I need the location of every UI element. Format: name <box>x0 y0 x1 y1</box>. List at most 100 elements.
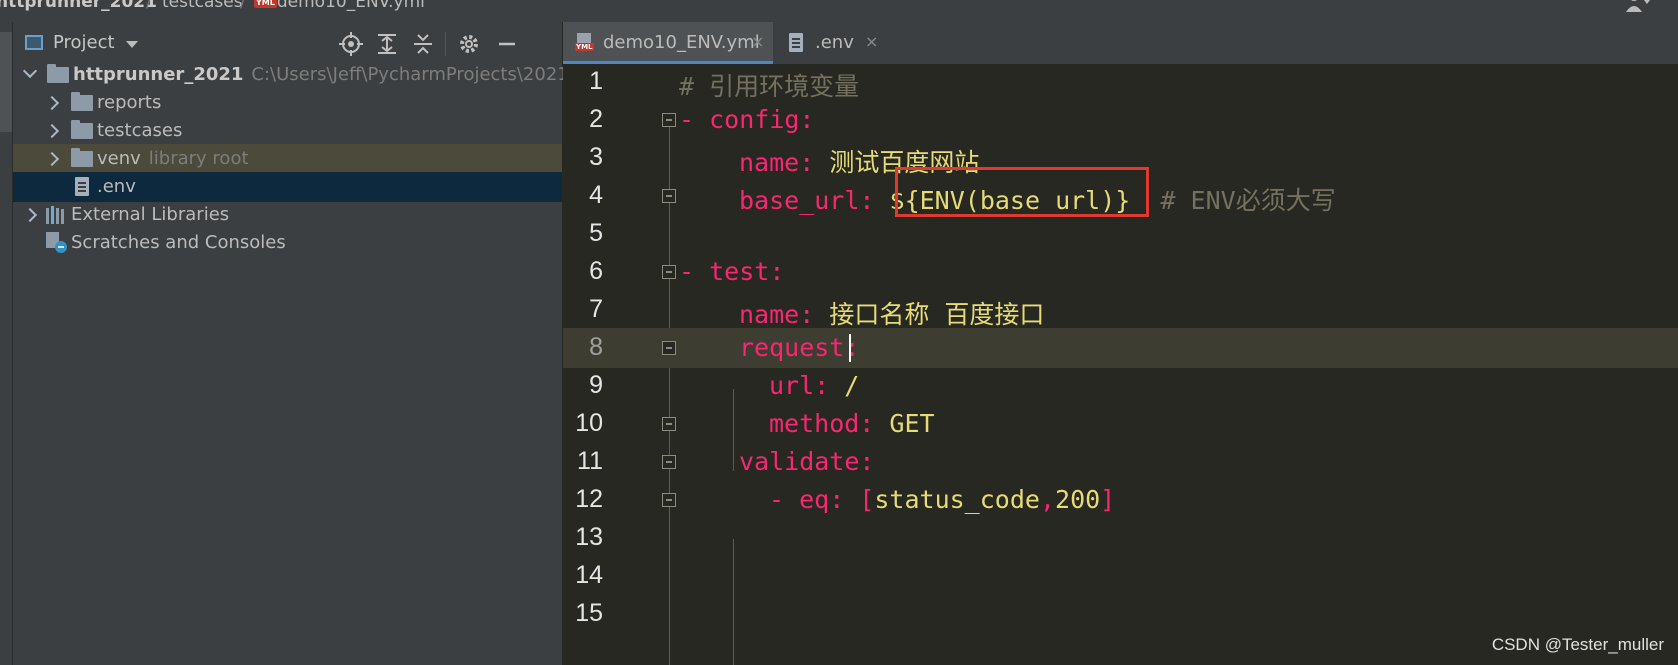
project-panel-header: Project <box>13 22 562 64</box>
yaml-key: request: <box>739 333 860 362</box>
code-editor[interactable]: 1 # 引用环境变量 2 - config: 3 name: 测试百度网站 4 … <box>563 64 1678 665</box>
line-number: 8 <box>589 333 603 361</box>
tree-item-external-libraries[interactable]: External Libraries <box>13 200 562 230</box>
fold-icon[interactable] <box>662 341 676 355</box>
code-line[interactable]: 14 <box>563 556 1678 596</box>
line-number: 1 <box>589 67 603 95</box>
line-number: 4 <box>589 181 603 209</box>
tree-item-venv[interactable]: venv library root <box>13 144 562 174</box>
code-line[interactable]: 15 <box>563 594 1678 634</box>
comment: # ENV必须大写 <box>1130 186 1336 215</box>
yaml-key: test: <box>709 257 785 286</box>
fold-end-icon[interactable] <box>662 493 676 507</box>
line-number: 12 <box>575 485 603 513</box>
tree-item-label: testcases <box>97 120 183 141</box>
line-number: 14 <box>575 561 603 589</box>
code-line[interactable]: 1 # 引用环境变量 <box>563 62 1678 102</box>
library-icon <box>46 206 64 224</box>
line-number: 10 <box>575 409 603 437</box>
code-line[interactable]: 5 <box>563 214 1678 254</box>
yaml-key: name: <box>739 300 815 329</box>
yaml-key: eq: <box>799 485 845 514</box>
tree-item-reports[interactable]: reports <box>13 88 562 118</box>
watermark: CSDN @Tester_muller <box>1491 635 1664 654</box>
project-tool-tab[interactable] <box>0 32 12 132</box>
scratches-icon <box>46 232 67 253</box>
library-root-hint: library root <box>148 148 249 169</box>
toolbar-divider <box>445 32 446 56</box>
yaml-key: url: <box>769 371 830 400</box>
code-line[interactable]: 12 - eq: [status_code,200] <box>563 480 1678 520</box>
line-number: 13 <box>575 523 603 551</box>
code-line[interactable]: 2 - config: <box>563 100 1678 140</box>
project-view-selector[interactable]: Project <box>53 32 115 53</box>
yaml-value: status_code <box>874 485 1040 514</box>
tab-label: demo10_ENV.yml <box>603 32 760 53</box>
chevron-down-icon[interactable] <box>22 63 38 79</box>
folder-icon <box>47 64 69 83</box>
yaml-value: / <box>829 371 860 400</box>
comma: , <box>1039 485 1056 514</box>
tab-env[interactable]: .env × <box>775 22 885 64</box>
code-line[interactable]: 6 - test: <box>563 252 1678 292</box>
yml-file-icon: YML <box>575 33 594 51</box>
file-icon <box>75 177 89 196</box>
line-number: 3 <box>589 143 603 171</box>
tab-demo10-env-yml[interactable]: YML demo10_ENV.yml × <box>563 22 773 64</box>
code-line-current[interactable]: 8 request: <box>563 328 1678 368</box>
breadcrumb-separator: / <box>146 0 152 12</box>
close-icon[interactable]: × <box>865 32 878 51</box>
chevron-right-icon[interactable] <box>22 207 38 223</box>
tree-item-env[interactable]: .env <box>13 172 562 202</box>
tree-item-project-root[interactable]: httprunner_2021 C:\Users\Jeff\PycharmProj… <box>13 60 589 90</box>
line-number: 7 <box>589 295 603 323</box>
user-icon[interactable] <box>1626 0 1650 12</box>
list-dash: - <box>769 485 800 514</box>
tree-item-label: External Libraries <box>71 204 230 225</box>
yaml-value: 200 <box>1055 485 1101 514</box>
tree-item-scratches[interactable]: Scratches and Consoles <box>13 228 562 258</box>
breadcrumb-file-label: demo10_ENV.yml <box>276 0 425 12</box>
collapse-all-icon[interactable] <box>411 32 435 56</box>
code-line[interactable]: 10 method: GET <box>563 404 1678 444</box>
yaml-key: method: <box>769 409 875 438</box>
fold-end-icon[interactable] <box>662 417 676 431</box>
comment: # 引用环境变量 <box>679 72 860 101</box>
breadcrumb-file[interactable]: YML demo10_ENV.yml <box>254 0 425 12</box>
list-dash: - <box>679 105 710 134</box>
code-line[interactable]: 9 url: / <box>563 366 1678 406</box>
breadcrumb-folder[interactable]: testcases <box>162 0 243 12</box>
breadcrumb-root[interactable]: httprunner_2021 <box>0 0 157 12</box>
fold-end-icon[interactable] <box>662 189 676 203</box>
code-line[interactable]: 11 validate: <box>563 442 1678 482</box>
tree-item-label: httprunner_2021 <box>73 64 244 85</box>
yaml-key: validate: <box>739 447 875 476</box>
chevron-right-icon[interactable] <box>44 95 60 111</box>
expand-all-icon[interactable] <box>375 32 399 56</box>
chevron-down-icon[interactable] <box>126 41 138 48</box>
hide-panel-icon[interactable] <box>495 32 519 56</box>
yaml-key: name: <box>739 148 815 177</box>
tree-item-label: Scratches and Consoles <box>71 232 286 253</box>
fold-icon[interactable] <box>662 455 676 469</box>
yaml-key: base_url: <box>739 186 875 215</box>
line-number: 9 <box>589 371 603 399</box>
chevron-right-icon[interactable] <box>44 123 60 139</box>
code-line[interactable]: 7 name: 接口名称 百度接口 <box>563 290 1678 330</box>
chevron-right-icon[interactable] <box>44 151 60 167</box>
file-icon <box>789 33 803 52</box>
tree-item-testcases[interactable]: testcases <box>13 116 562 146</box>
project-window-icon <box>25 35 43 50</box>
folder-icon <box>71 92 93 111</box>
navigation-bar: httprunner_2021 / testcases / YML demo10_… <box>0 0 1678 22</box>
close-icon[interactable]: × <box>751 32 764 51</box>
gear-icon[interactable] <box>457 32 481 56</box>
line-number: 11 <box>577 447 603 475</box>
yaml-key: config: <box>709 105 815 134</box>
annotation-highlight-box <box>895 167 1149 217</box>
line-number: 6 <box>589 257 603 285</box>
fold-icon[interactable] <box>662 113 676 127</box>
locate-icon[interactable] <box>339 32 363 56</box>
fold-icon[interactable] <box>662 265 676 279</box>
code-line[interactable]: 13 <box>563 518 1678 558</box>
